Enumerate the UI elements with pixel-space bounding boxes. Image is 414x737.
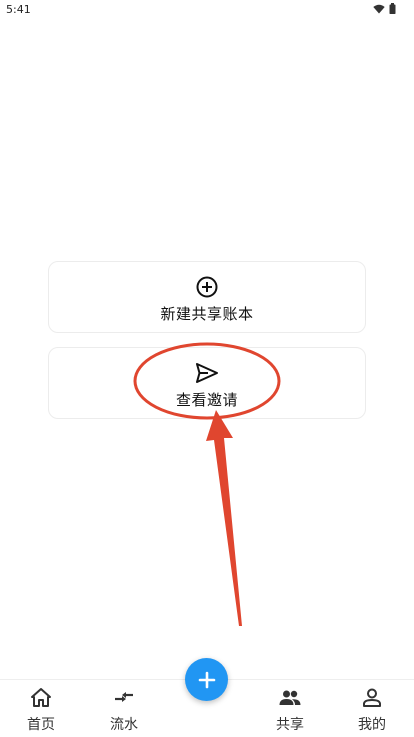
home-icon <box>31 688 51 707</box>
view-invitations-label: 查看邀请 <box>175 391 238 409</box>
plus-icon <box>198 671 215 688</box>
nav-item-mine[interactable]: 我的 <box>342 680 402 737</box>
transfer-arrows-icon <box>115 692 133 702</box>
view-invitations-card[interactable]: 查看邀请 <box>48 347 366 419</box>
battery-icon <box>389 3 396 14</box>
status-icons <box>373 3 396 14</box>
nav-item-share[interactable]: 共享 <box>260 680 320 737</box>
annotation-arrow <box>206 410 242 626</box>
nav-label-home: 首页 <box>27 717 55 733</box>
send-icon <box>196 363 218 383</box>
add-record-fab[interactable] <box>185 658 228 701</box>
screen: 5:41 新建共享账本 查看邀请 首页 流水 共享 我的 <box>0 0 414 737</box>
nav-item-home[interactable]: 首页 <box>11 680 71 737</box>
nav-label-share: 共享 <box>276 717 304 733</box>
add-circle-icon <box>196 276 218 298</box>
status-bar: 5:41 <box>0 0 414 20</box>
new-shared-ledger-label: 新建共享账本 <box>160 305 254 323</box>
nav-label-mine: 我的 <box>358 717 386 733</box>
person-icon <box>363 688 381 707</box>
wifi-icon <box>373 4 385 13</box>
new-shared-ledger-card[interactable]: 新建共享账本 <box>48 261 366 333</box>
status-time: 5:41 <box>6 3 31 16</box>
people-icon <box>279 690 301 705</box>
nav-label-transactions: 流水 <box>110 717 138 733</box>
nav-item-transactions[interactable]: 流水 <box>94 680 154 737</box>
